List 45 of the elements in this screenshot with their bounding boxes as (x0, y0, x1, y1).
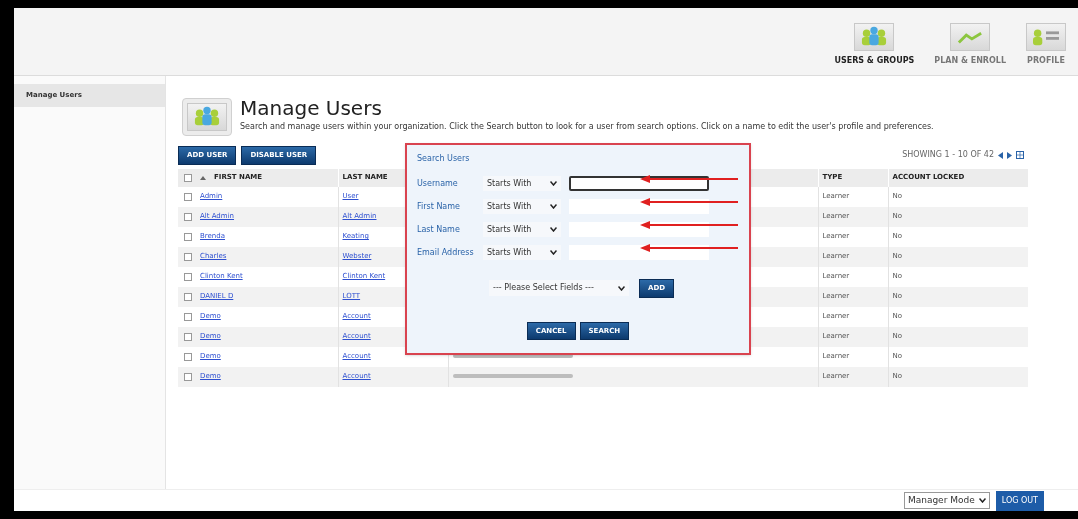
nav-tab[interactable]: PLAN & ENROLL (930, 23, 1010, 67)
input-field[interactable] (569, 199, 709, 214)
caret-icon (550, 250, 557, 255)
chart-icon (950, 23, 991, 51)
sort-icon (200, 175, 206, 180)
field-label: First Name (417, 200, 461, 213)
checkbox[interactable] (184, 272, 192, 281)
paging-label: SHOWING 1 - 10 OF 42 (902, 149, 994, 162)
checkbox[interactable] (184, 252, 192, 261)
field-label: Last Name (417, 223, 461, 236)
caret-icon (550, 227, 557, 232)
input-field[interactable] (569, 222, 709, 237)
input-field[interactable] (569, 176, 709, 191)
operator-select[interactable]: Starts With (483, 199, 561, 214)
checkbox[interactable] (184, 332, 192, 341)
page-description: Search and manage users within your organization. Click the Search button to look for a user from search options. Click on a name to edit the user's profile and preferences. (240, 121, 934, 133)
checkbox[interactable] (184, 212, 192, 221)
grid-icon[interactable] (1016, 151, 1024, 160)
checkbox[interactable] (184, 352, 192, 361)
profile-card-icon (1026, 23, 1066, 51)
nav-tab[interactable]: PROFILE (1022, 23, 1070, 67)
checkbox[interactable] (184, 372, 192, 381)
operator-select[interactable]: Starts With (483, 176, 561, 191)
next-icon[interactable] (1007, 151, 1012, 159)
caret-icon (978, 498, 986, 503)
checkbox[interactable] (184, 173, 192, 182)
checkbox[interactable] (184, 232, 192, 241)
input-field[interactable] (569, 245, 709, 260)
checkbox[interactable] (184, 292, 192, 301)
caret-icon (550, 204, 557, 209)
logout-button[interactable]: LOG OUT (995, 490, 1044, 511)
previous-icon[interactable] (998, 151, 1003, 159)
operator-select[interactable]: Starts With (483, 222, 561, 237)
checkbox[interactable] (184, 192, 192, 201)
page-title: Manage Users (240, 96, 383, 121)
caret-icon (550, 181, 557, 186)
operator-select[interactable]: Starts With (483, 245, 561, 260)
people-icon (854, 23, 895, 51)
field-label: Email Address (417, 246, 475, 259)
caret-icon (618, 285, 625, 291)
nav-tab[interactable]: USERS & GROUPS (830, 23, 919, 67)
field-select[interactable]: --- Please Select Fields --- (489, 280, 629, 297)
checkbox[interactable] (184, 312, 192, 321)
mode-select[interactable]: Manager Mode (903, 492, 990, 509)
dialog-title: Search Users (417, 153, 471, 165)
